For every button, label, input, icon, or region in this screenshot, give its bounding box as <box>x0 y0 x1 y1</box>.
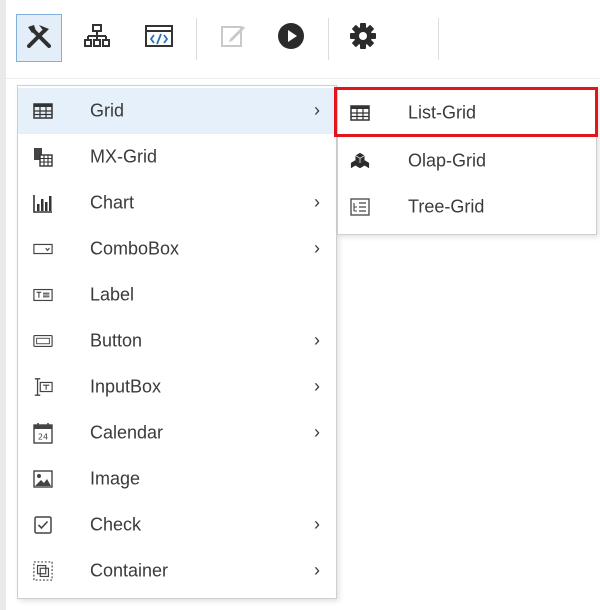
olap-grid-icon <box>350 151 370 171</box>
tree-grid-icon <box>350 197 370 217</box>
tools-button[interactable] <box>16 14 62 62</box>
menu-item-check[interactable]: Check › <box>18 502 336 548</box>
menu-item-label: Calendar <box>90 422 164 443</box>
submenu-item-olap-grid[interactable]: Olap-Grid <box>338 138 596 184</box>
play-button[interactable] <box>268 14 314 62</box>
toolbar-separator <box>438 18 439 60</box>
menu-item-chart[interactable]: Chart › <box>18 180 336 226</box>
edit-button[interactable] <box>210 14 256 62</box>
chevron-right-icon: › <box>314 376 320 397</box>
chevron-right-icon: › <box>314 238 320 259</box>
container-icon <box>33 561 53 581</box>
menu-item-label: Container <box>90 560 169 581</box>
hierarchy-icon <box>83 22 111 55</box>
grid-icon <box>33 101 53 121</box>
menu-item-label: Label <box>90 284 135 305</box>
menu-item-calendar[interactable]: 24 Calendar › <box>18 410 336 456</box>
menu-item-button[interactable]: Button › <box>18 318 336 364</box>
inputbox-icon <box>33 377 53 397</box>
menu-item-label: InputBox <box>90 376 162 397</box>
code-icon <box>144 23 174 54</box>
submenu-item-tree-grid[interactable]: Tree-Grid <box>338 184 596 230</box>
toolbar-separator <box>196 18 197 60</box>
chevron-right-icon: › <box>314 560 320 581</box>
menu-item-label: Button <box>90 330 143 351</box>
menu-item-inputbox[interactable]: InputBox › <box>18 364 336 410</box>
highlight-box <box>334 87 598 137</box>
chevron-right-icon: › <box>314 330 320 351</box>
menu-item-label: Chart <box>90 192 135 213</box>
chevron-right-icon: › <box>314 192 320 213</box>
chevron-right-icon: › <box>314 514 320 535</box>
menu-item-mx-grid[interactable]: MX-Grid <box>18 134 336 180</box>
menu-item-label: ComboBox <box>90 238 180 259</box>
play-icon <box>276 21 306 56</box>
menu-item-label: Grid <box>90 100 125 121</box>
button-icon <box>33 331 53 351</box>
gear-icon <box>348 21 378 56</box>
toolbar <box>6 0 600 79</box>
mx-grid-icon <box>33 147 53 167</box>
settings-button[interactable] <box>340 14 386 62</box>
menu-item-image[interactable]: Image <box>18 456 336 502</box>
code-button[interactable] <box>136 14 182 62</box>
hierarchy-button[interactable] <box>74 14 120 62</box>
image-icon <box>33 469 53 489</box>
menu-item-label-control[interactable]: Label <box>18 272 336 318</box>
toolbar-separator <box>328 18 329 60</box>
menu-item-grid[interactable]: Grid › <box>18 88 336 134</box>
submenu-item-label: Olap-Grid <box>408 150 487 171</box>
svg-text:24: 24 <box>38 433 48 442</box>
submenu-item-label: Tree-Grid <box>408 196 485 217</box>
bar-chart-icon <box>33 193 53 213</box>
label-icon <box>33 285 53 305</box>
calendar-icon: 24 <box>33 423 53 444</box>
tools-icon <box>24 21 54 56</box>
menu-item-label: Image <box>90 468 141 489</box>
menu-item-label: MX-Grid <box>90 146 157 167</box>
chevron-right-icon: › <box>314 100 320 121</box>
combobox-icon <box>33 239 53 259</box>
chevron-right-icon: › <box>314 422 320 443</box>
checkbox-icon <box>33 515 53 535</box>
menu-item-container[interactable]: Container › <box>18 548 336 594</box>
menu-item-combobox[interactable]: ComboBox › <box>18 226 336 272</box>
menu-item-label: Check <box>90 514 142 535</box>
left-edge-strip <box>0 0 6 610</box>
component-menu: Grid › MX-Grid Chart › ComboBox › Label … <box>17 85 337 599</box>
edit-icon <box>219 22 247 55</box>
